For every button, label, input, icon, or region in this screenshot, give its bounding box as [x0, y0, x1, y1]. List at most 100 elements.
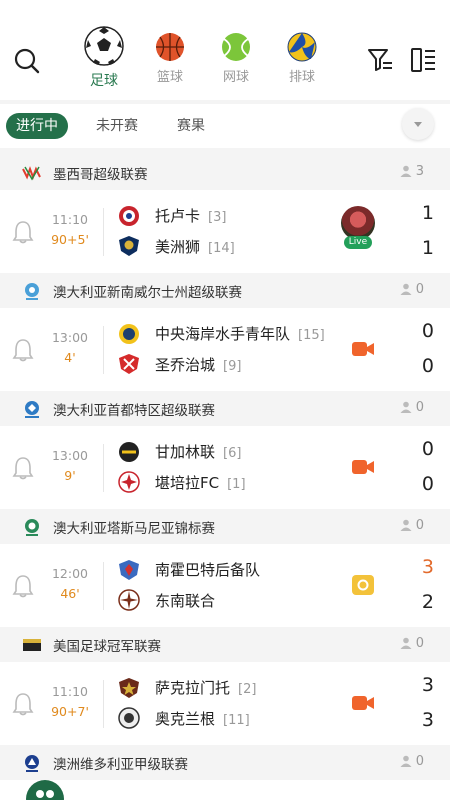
tab-in-progress[interactable]: 进行中: [6, 113, 68, 139]
match-row[interactable]: 11:10 90+5' 托卢卡 [3] 美洲狮 [14] Live 1 1: [0, 190, 450, 273]
away-team: 美洲狮 [14]: [155, 238, 235, 256]
search-icon[interactable]: [12, 46, 42, 76]
tab-tennis[interactable]: 网球: [206, 26, 266, 92]
follower-count: 0: [400, 518, 424, 533]
victoria-league-logo-icon: [25, 755, 39, 772]
league-header[interactable]: 澳大利亚新南威尔士州超级联赛 0: [0, 273, 450, 308]
video-icon[interactable]: [351, 458, 375, 476]
person-icon: [400, 401, 412, 413]
soccer-ball-icon: [84, 26, 124, 66]
follower-count: 0: [400, 754, 424, 769]
league-name: 澳大利亚首都特区超级联赛: [53, 403, 215, 419]
person-icon: [400, 637, 412, 649]
live-streamer-avatar[interactable]: [341, 206, 375, 240]
tab-soccer-label: 足球: [90, 73, 118, 89]
divider: [103, 680, 104, 728]
team-logo-icon: [119, 354, 139, 374]
league-name: 澳大利亚塔斯马尼亚锦标赛: [53, 521, 215, 537]
liga-mx-logo-icon: [22, 166, 41, 181]
away-team: 堪培拉FC [1]: [155, 474, 246, 492]
team-logo-icon: [119, 206, 139, 226]
league-name: 澳大利亚新南威尔士州超级联赛: [53, 285, 242, 301]
home-score: 0: [421, 320, 434, 342]
league-header[interactable]: 美国足球冠军联赛 0: [0, 627, 450, 662]
away-score: 3: [421, 709, 434, 731]
bell-icon[interactable]: [12, 456, 34, 480]
home-team: 托卢卡 [3]: [155, 207, 227, 225]
usl-league-logo-icon: [23, 639, 41, 651]
match-row[interactable]: 13:00 9' 甘加林联 [6] 堪培拉FC [1] 0 0: [0, 426, 450, 509]
match-row[interactable]: 13:00 4' 中央海岸水手青年队 [15] 圣乔治城 [9] 0 0: [0, 308, 450, 391]
volleyball-icon: [287, 32, 317, 62]
person-icon: [400, 283, 412, 295]
bell-icon[interactable]: [12, 338, 34, 362]
match-row[interactable]: [0, 780, 450, 800]
follower-count: 3: [400, 164, 424, 179]
league-name: 墨西哥超级联赛: [53, 167, 148, 183]
divider: [103, 444, 104, 492]
team-logo-icon: [119, 236, 139, 256]
tab-basketball-label: 篮球: [156, 70, 183, 85]
person-icon: [400, 165, 412, 177]
tab-soccer[interactable]: 足球: [74, 26, 134, 92]
divider: [103, 208, 104, 256]
away-score: 2: [421, 591, 434, 613]
team-logo-icon: [119, 678, 139, 698]
away-team: 奥克兰根 [11]: [155, 710, 250, 728]
match-minute: 90+7': [51, 704, 89, 719]
top-bar: 足球 篮球 网球 排球: [0, 0, 450, 100]
tennis-ball-icon: [222, 33, 250, 61]
tasmania-league-logo-icon: [25, 519, 39, 536]
divider: [103, 562, 104, 610]
away-team: 圣乔治城 [9]: [155, 356, 242, 374]
tab-volleyball[interactable]: 排球: [272, 26, 332, 92]
divider: [103, 326, 104, 374]
tab-results[interactable]: 赛果: [177, 113, 205, 139]
match-time: 11:10: [51, 684, 89, 699]
home-team: 中央海岸水手青年队 [15]: [155, 325, 325, 343]
home-score: 3: [421, 556, 434, 578]
capital-league-logo-icon: [25, 401, 39, 418]
league-name: 美国足球冠军联赛: [53, 639, 161, 655]
league-header[interactable]: 墨西哥超级联赛 3: [0, 155, 450, 190]
match-row[interactable]: 11:10 90+7' 萨克拉门托 [2] 奥克兰根 [11] 3 3: [0, 662, 450, 745]
home-team: 南霍巴特后备队: [155, 561, 261, 579]
bell-icon[interactable]: [12, 220, 34, 244]
team-logo-icon: [119, 324, 139, 344]
league-header[interactable]: 澳大利亚首都特区超级联赛 0: [0, 391, 450, 426]
video-icon[interactable]: [351, 694, 375, 712]
status-tabs: 进行中 未开赛 赛果: [0, 104, 450, 148]
match-time: 13:00: [51, 330, 89, 345]
match-minute: 46': [60, 586, 80, 601]
bell-icon[interactable]: [12, 692, 34, 716]
league-header[interactable]: 澳洲维多利亚甲级联赛 0: [0, 745, 450, 780]
collapse-dropdown-button[interactable]: [402, 108, 434, 140]
team-logo-icon: [119, 560, 139, 580]
animation-icon[interactable]: [351, 574, 375, 596]
basketball-icon: [156, 33, 184, 61]
tab-volleyball-label: 排球: [288, 70, 315, 85]
filter-icon[interactable]: [366, 46, 394, 74]
match-minute: 90+5': [51, 232, 89, 247]
tab-not-started[interactable]: 未开赛: [96, 113, 138, 139]
nsw-league-logo-icon: [25, 283, 39, 300]
layout-toggle-icon[interactable]: [410, 46, 436, 74]
away-score: 0: [421, 473, 434, 495]
league-header[interactable]: 澳大利亚塔斯马尼亚锦标赛 0: [0, 509, 450, 544]
match-time: 11:10: [51, 212, 89, 227]
team-logo-icon: [118, 471, 140, 493]
person-icon: [400, 519, 412, 531]
league-name: 澳洲维多利亚甲级联赛: [53, 757, 188, 773]
home-score: 1: [421, 202, 434, 224]
video-icon[interactable]: [351, 340, 375, 358]
home-score: 0: [421, 438, 434, 460]
match-row[interactable]: 12:00 46' 南霍巴特后备队 东南联合 3 2: [0, 544, 450, 627]
tab-tennis-label: 网球: [222, 70, 249, 85]
bell-icon[interactable]: [12, 574, 34, 598]
follower-count: 0: [400, 400, 424, 415]
match-time: 13:00: [51, 448, 89, 463]
tab-basketball[interactable]: 篮球: [140, 26, 200, 92]
away-team: 东南联合: [155, 592, 216, 610]
live-badge: Live: [344, 236, 372, 249]
home-team: 萨克拉门托 [2]: [155, 679, 257, 697]
